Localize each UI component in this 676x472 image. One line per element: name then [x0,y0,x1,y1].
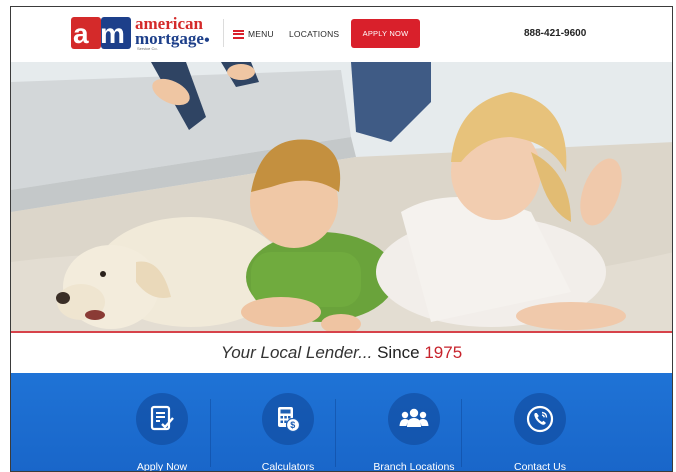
hero-illustration [11,62,672,333]
logo-small-text: Service Co. [137,46,158,51]
application-form-icon [136,393,188,445]
tagline-year: 1975 [424,343,463,362]
service-branch-locations[interactable]: Branch Locations [351,373,477,472]
phone-number-link[interactable]: 888-421-9600 [524,28,586,39]
services-bar: Apply Now $ Calculators Branch Locations… [11,373,672,472]
svg-text:m: m [100,18,125,49]
service-label: Calculators [261,461,315,472]
hero-slider [11,62,672,333]
service-label: Branch Locations [373,461,455,472]
page-frame: a m american mortgage● Service Co. MENU … [10,6,673,472]
menu-label: MENU [248,29,274,39]
tagline: Your Local Lender... Since 1975 [11,343,672,363]
service-label: Apply Now [136,461,188,472]
service-separator [210,399,211,467]
service-separator [461,399,462,467]
tagline-lead: Your Local Lender... [220,343,373,362]
company-logo[interactable]: a m american mortgage● Service Co. [71,15,221,51]
calculator-icon: $ [262,393,314,445]
svg-text:a: a [73,18,89,49]
apply-now-button[interactable]: APPLY NOW [351,19,420,48]
logo-mark-icon: a m [71,17,131,49]
people-group-icon [388,393,440,445]
phone-icon [514,393,566,445]
header-divider [223,19,224,47]
service-contact-us[interactable]: Contact Us [477,373,603,472]
tagline-band: Your Local Lender... Since 1975 [11,333,672,373]
logo-dot: ● [203,34,210,46]
site-header: a m american mortgage● Service Co. MENU … [11,7,672,62]
svg-text:$: $ [290,420,295,430]
hamburger-icon [233,29,244,39]
service-label: Contact Us [514,461,566,472]
service-calculators[interactable]: $ Calculators [225,373,351,472]
locations-link[interactable]: LOCATIONS [289,29,339,39]
tagline-since: Since [377,343,420,362]
service-apply-now[interactable]: Apply Now [99,373,225,472]
menu-button[interactable]: MENU [233,25,274,43]
service-separator [335,399,336,467]
